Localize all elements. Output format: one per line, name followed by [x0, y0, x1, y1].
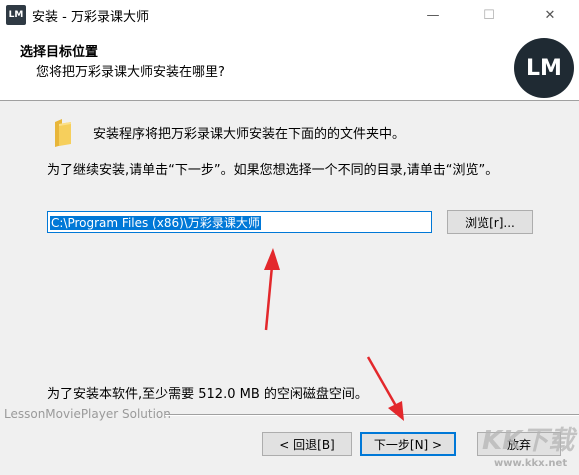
disk-space-text: 为了安装本软件,至少需要 512.0 MB 的空闲磁盘空间。: [47, 387, 368, 402]
next-button[interactable]: 下一步[N] >: [360, 432, 456, 456]
footer-divider: [165, 414, 579, 416]
instruction-text: 为了继续安装,请单击“下一步”。如果您想选择一个不同的目录,请单击“浏览”。: [47, 163, 499, 178]
brand-label: LessonMoviePlayer Solution: [4, 407, 171, 421]
install-location-label: 安装程序将把万彩录课大师安装在下面的的文件夹中。: [93, 127, 406, 142]
back-button[interactable]: < 回退[B]: [262, 432, 352, 456]
page-subtitle: 您将把万彩录课大师安装在哪里?: [36, 65, 225, 80]
maximize-button[interactable]: ☐: [466, 0, 512, 30]
install-path-value: C:\Program Files (x86)\万彩录课大师: [50, 216, 261, 230]
watermark-url: www.kkx.net: [494, 458, 568, 469]
watermark-logo: KK下载: [482, 426, 575, 456]
watermark: KK下载 www.kkx.net: [472, 420, 579, 475]
app-logo: LM: [514, 38, 574, 98]
window-title: 安装 - 万彩录课大师: [32, 10, 149, 25]
page-title: 选择目标位置: [20, 45, 99, 60]
folder-icon: [53, 118, 73, 148]
wizard-header: 选择目标位置 您将把万彩录课大师安装在哪里? LM: [0, 30, 579, 101]
arrow-to-path-icon: [264, 248, 280, 331]
arrow-to-next-icon: [366, 356, 404, 421]
close-button[interactable]: ✕: [527, 0, 573, 30]
browse-button[interactable]: 浏览[r]...: [447, 210, 533, 234]
title-bar: LM 安装 - 万彩录课大师 — ☐ ✕: [0, 0, 579, 30]
install-path-input[interactable]: C:\Program Files (x86)\万彩录课大师: [47, 211, 432, 233]
minimize-button[interactable]: —: [410, 0, 456, 30]
app-icon: LM: [6, 5, 26, 25]
